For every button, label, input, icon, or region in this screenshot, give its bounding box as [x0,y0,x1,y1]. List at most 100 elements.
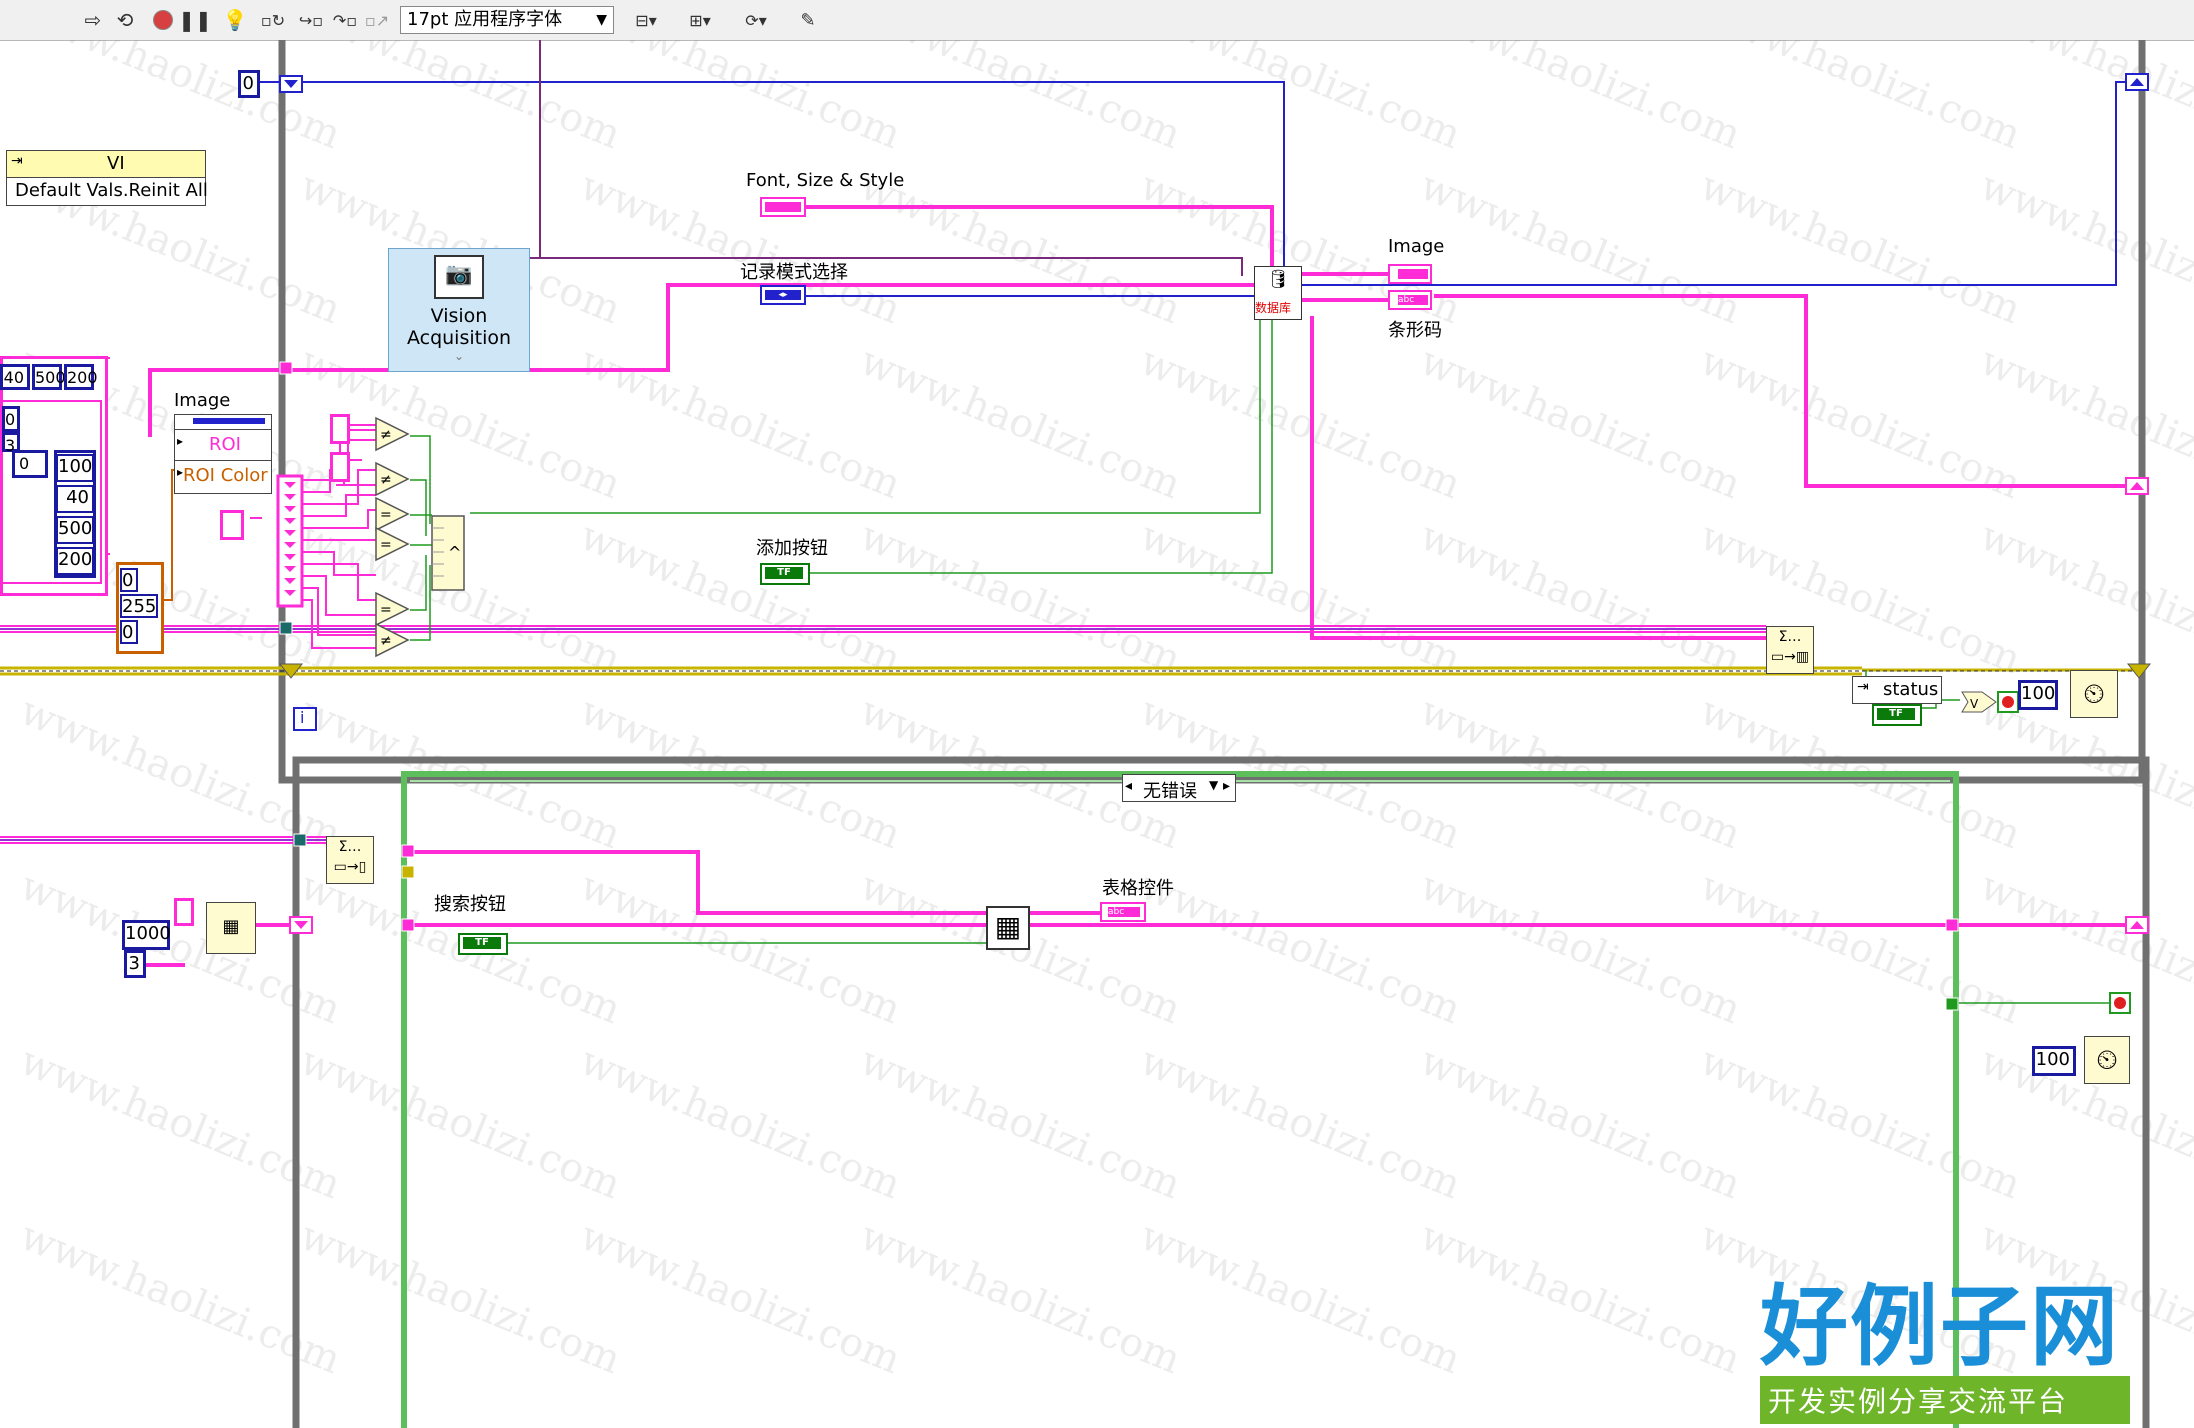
chevron-down-icon[interactable]: ▼ [1209,778,1218,792]
cluster-arrow-icon: ⇥ [1857,679,1869,695]
table-function-node[interactable]: ▦ [986,906,1030,950]
cluster-control-terminal[interactable] [220,510,244,540]
array-element[interactable]: 100 [56,454,94,482]
case-selector[interactable]: ◂ 无错误 ▼ ▸ [1122,774,1236,802]
array-element[interactable]: 500 [32,364,66,390]
retain-wire-values-icon[interactable]: ▫↻ [258,6,288,34]
roi-property: ROI [209,434,241,455]
abort-icon[interactable] [150,6,176,34]
array-element[interactable]: 500 [56,516,94,544]
font-style-terminal[interactable] [760,197,806,217]
record-mode-terminal[interactable]: ◂▸ [760,285,806,305]
array-index[interactable]: 0 [12,450,48,478]
cluster-control-terminal[interactable] [330,414,350,444]
font-select[interactable]: 17pt 应用程序字体 ▼ [400,6,614,34]
logo-sub-text: 开发实例分享交流平台 [1760,1376,2130,1424]
barcode-indicator-terminal[interactable]: abc [1388,290,1432,310]
color-component[interactable]: 255 [120,594,158,618]
step-over-icon[interactable]: ↷▫ [330,6,360,34]
build-array-node[interactable]: ▦ [206,902,256,954]
toolbar: ⇨ ⟲ ❚❚ 💡 ▫↻ ↪▫ ↷▫ ▫↗ 17pt 应用程序字体 ▼ ⊟▾ ⊞▾ … [0,0,2194,41]
align-objects-icon[interactable]: ⊟▾ [626,6,666,34]
add-button-terminal[interactable]: TF [760,563,810,585]
cluster-control-terminal[interactable] [330,452,350,482]
database-icon: 🛢 [1266,269,1290,290]
run-arrow-icon[interactable]: ⇨ [80,6,106,34]
numeric-constant[interactable]: 0 [238,70,260,98]
property-node[interactable]: ⇥ VI Default Vals.Reinit All [6,150,208,206]
unbundle-status-node[interactable]: ⇥ status [1852,676,1942,704]
roi-property-row[interactable]: ▸ ROI [175,430,271,461]
record-mode-label: 记录模式选择 [740,262,848,283]
case-structure-frame[interactable] [401,771,1959,1428]
timeout-constant[interactable]: 1000 [122,920,171,950]
roi-color-property-row[interactable]: ▸ ROI Color [175,461,271,491]
wait-ms-icon[interactable]: ⏲ [2084,1036,2130,1084]
site-logo: 好例子网 开发实例分享交流平台 [1760,1276,2180,1428]
bool-terminal-icon: TF [765,567,803,579]
wait-ms-constant[interactable]: 100 [2032,1046,2076,1076]
step-into-icon[interactable]: ↪▫ [296,6,326,34]
bool-terminal-icon: TF [463,937,501,949]
cluster-control-terminal[interactable] [174,898,194,926]
wait-ms-constant[interactable]: 100 [2018,680,2058,710]
pause-icon[interactable]: ❚❚ [178,6,212,34]
property-node-class: VI [107,153,125,174]
clean-diagram-icon[interactable]: ✎ [790,6,826,34]
step-out-icon[interactable]: ▫↗ [362,6,392,34]
font-select-value: 17pt 应用程序字体 [407,9,563,30]
table-control-terminal[interactable]: abc [1100,902,1146,922]
count-constant[interactable]: 3 [124,950,146,978]
decrement-case-icon[interactable]: ◂ [1125,778,1132,794]
vision-acquisition-line2: Acquisition [406,327,512,349]
status-label: status [1883,679,1939,700]
run-continuously-icon[interactable]: ⟲ [112,6,138,34]
property-node-header: ⇥ VI [7,151,205,178]
search-button-label: 搜索按钮 [434,894,506,915]
or-gate[interactable] [1961,691,1997,713]
camera-icon: 📷 [434,255,484,299]
distribute-objects-icon[interactable]: ⊞▾ [680,6,720,34]
color-component[interactable]: 0 [120,568,138,592]
bool-wire [806,320,1273,574]
vision-acquisition-express-vi[interactable]: 📷 Vision Acquisition ⌄ [388,248,530,372]
vision-acquisition-line1: Vision [430,305,488,327]
case-selector-label: 无错误 [1143,781,1197,802]
svg-text:≠: ≠ [380,427,392,443]
iteration-label: i [300,708,305,727]
image-indicator-terminal[interactable] [1388,264,1432,284]
array-element[interactable]: 200 [56,547,94,575]
highlight-execution-icon[interactable]: 💡 [222,6,248,34]
property-node-property: Default Vals.Reinit All [15,180,208,201]
image-wire [530,283,1264,372]
bool-wire [470,320,1261,514]
array-element[interactable]: 200 [64,364,98,390]
array-index[interactable]: 3 [2,432,20,455]
status-bool-terminal[interactable]: TF [1872,704,1922,726]
array-index[interactable]: 0 [2,406,20,432]
database-label: 数据库 [1255,299,1292,316]
add-button-label: 添加按钮 [756,538,828,559]
wait-ms-icon[interactable]: ⏲ [2070,670,2118,718]
expand-chevron-icon: ⌄ [453,349,465,363]
array-element[interactable]: 40 [0,364,30,390]
cluster-to-array-node[interactable]: Σ… ▭→▯ [326,836,374,884]
color-component[interactable]: 0 [120,620,138,644]
search-button-terminal[interactable]: TF [458,933,508,955]
image-indicator-label: Image [1388,236,1445,257]
iteration-terminal[interactable] [293,707,317,731]
array-element[interactable]: 40 [56,485,94,513]
svg-text:≠: ≠ [380,633,392,649]
image-property-node[interactable]: ▸ ROI ▸ ROI Color [174,414,272,494]
reorder-icon[interactable]: ⟳▾ [736,6,776,34]
roi-color-property: ROI Color [183,465,268,486]
database-subvi[interactable]: 🛢 数据库 [1254,266,1302,320]
svg-text:≠: ≠ [380,472,392,488]
image-node-label: Image [174,390,231,411]
array-header-row: 40 500 200 [0,364,98,390]
table-control-label: 表格控件 [1102,878,1174,899]
svg-text:^: ^ [448,543,461,562]
increment-case-icon[interactable]: ▸ [1223,778,1230,794]
block-diagram-canvas[interactable]: www.haolizi.com www.haolizi.com www.haoliz… [0,40,2194,1428]
cluster-to-array-node[interactable]: Σ… ▭→▥ [1766,626,1814,674]
